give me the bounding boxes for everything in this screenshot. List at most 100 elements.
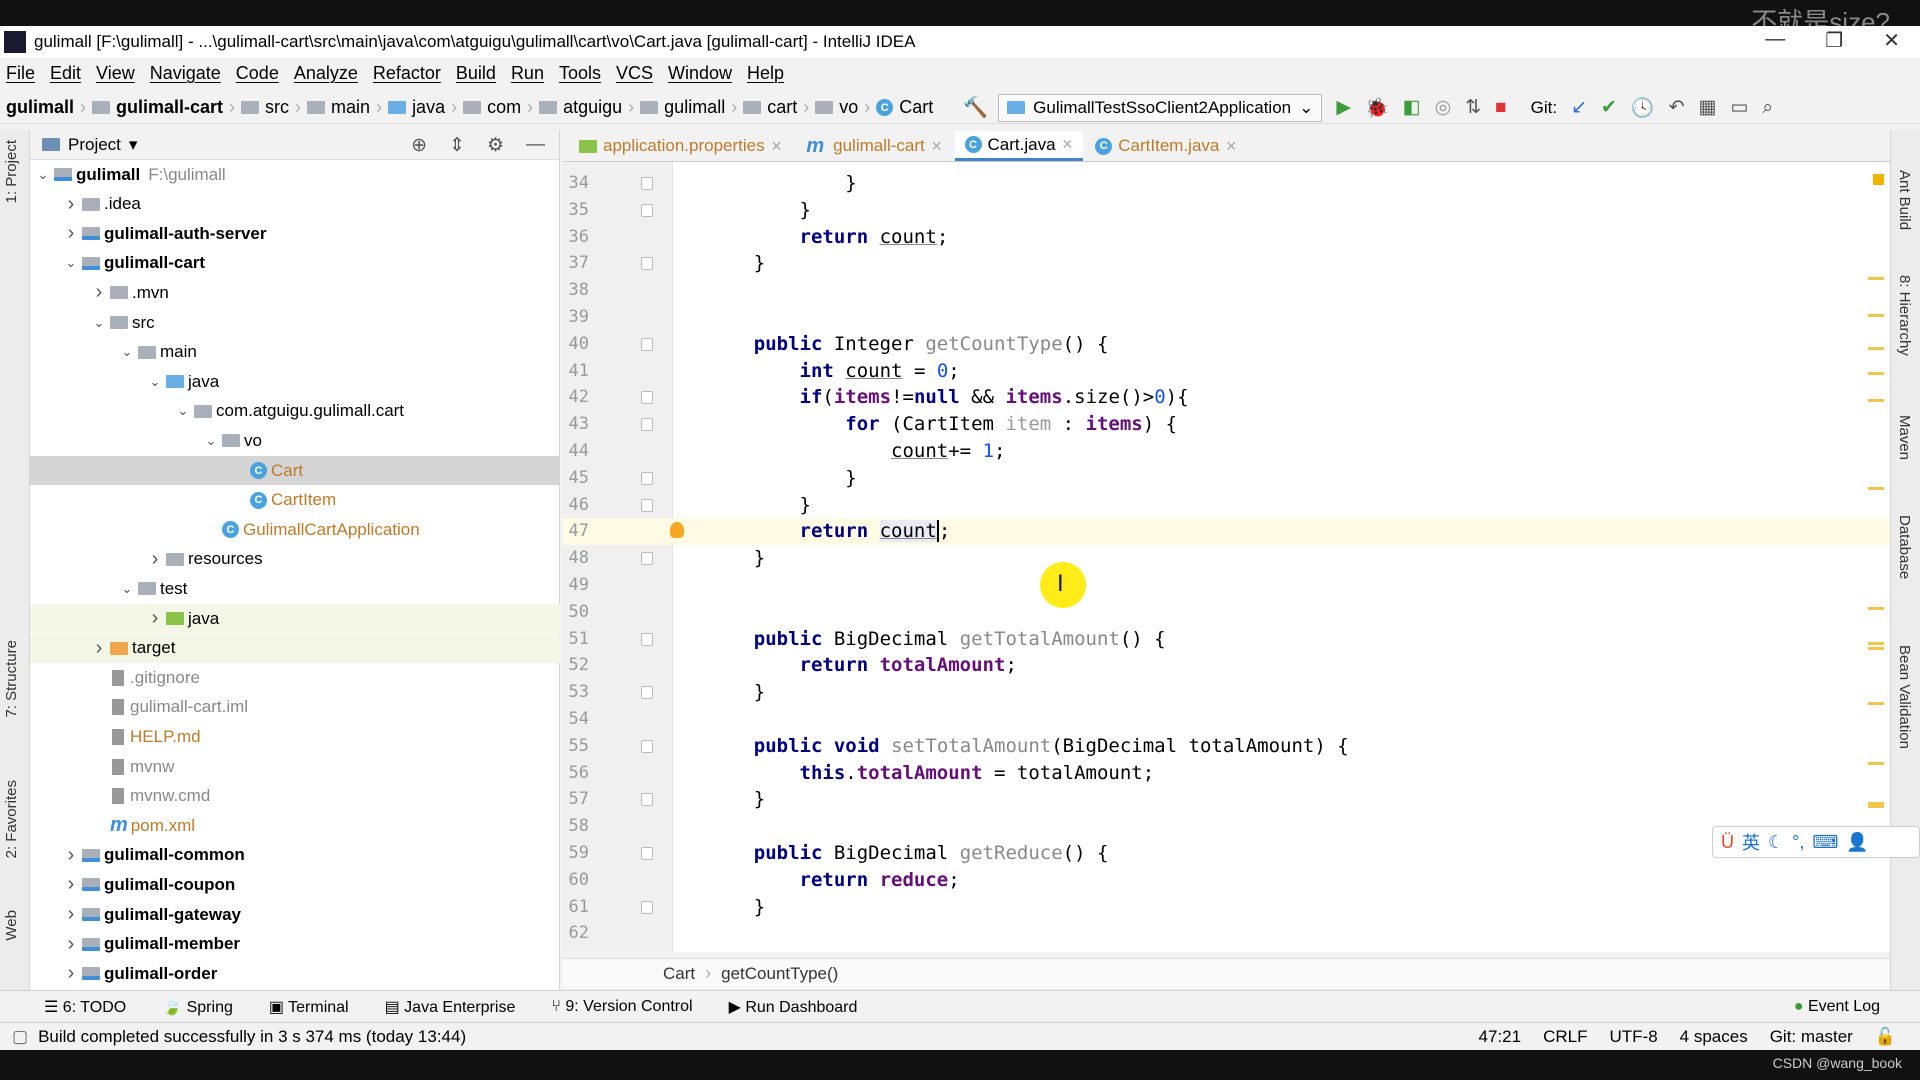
breadcrumb-item[interactable]: atguigu: [533, 97, 628, 118]
toolwindow-4[interactable]: ⑂ 9: Version Control: [551, 998, 692, 1016]
history-icon[interactable]: 🕓: [1631, 96, 1655, 120]
tree-item[interactable]: m pom.xml: [30, 811, 560, 840]
crumb-method[interactable]: getCountType(): [721, 964, 838, 984]
code-line[interactable]: 41 int count = 0;: [563, 358, 1890, 385]
toolwindow-3[interactable]: ▤ Java Enterprise: [385, 997, 516, 1017]
search-icon[interactable]: ⌕: [1762, 97, 1773, 119]
code-line[interactable]: 48 }: [563, 545, 1890, 572]
code-line[interactable]: 45 }: [563, 465, 1890, 492]
tree-item[interactable]: › java: [30, 604, 560, 633]
chevron-down-icon[interactable]: ▾: [129, 135, 138, 155]
menu-window[interactable]: Window: [668, 63, 732, 84]
breadcrumb-item[interactable]: main: [301, 97, 376, 118]
code-line[interactable]: 34 }: [563, 170, 1890, 197]
code-line[interactable]: 56 this.totalAmount = totalAmount;: [563, 760, 1890, 787]
lock-icon[interactable]: 🔓: [1875, 1027, 1896, 1047]
gear-icon[interactable]: ⚙: [487, 134, 504, 157]
stop-icon[interactable]: ■: [1495, 97, 1506, 119]
crumb-class[interactable]: Cart: [663, 964, 695, 984]
chevron-right-icon[interactable]: ›: [62, 844, 80, 867]
fold-marker-icon[interactable]: [641, 739, 653, 753]
tree-item[interactable]: ⌄ test: [30, 574, 560, 603]
scrollbar-marker[interactable]: [1868, 642, 1884, 645]
git-branch[interactable]: Git: master: [1770, 1027, 1853, 1047]
scrollbar-marker[interactable]: [1868, 314, 1884, 317]
code-line[interactable]: 36 return count;: [563, 224, 1890, 251]
tree-item[interactable]: C Cart: [30, 456, 560, 485]
scrollbar-marker[interactable]: [1868, 647, 1884, 650]
breadcrumb-item[interactable]: src: [235, 97, 295, 118]
menu-analyze[interactable]: Analyze: [294, 63, 358, 84]
punct-icon[interactable]: °,: [1792, 832, 1804, 853]
indent-setting[interactable]: 4 spaces: [1680, 1027, 1748, 1047]
menu-tools[interactable]: Tools: [559, 63, 601, 84]
code-line[interactable]: 39: [563, 304, 1890, 331]
chevron-down-icon[interactable]: ⌄: [146, 374, 164, 390]
tree-item[interactable]: › gulimall-common: [30, 841, 560, 870]
fold-marker-icon[interactable]: [641, 257, 653, 271]
code-line[interactable]: 35 }: [563, 197, 1890, 224]
run-icon[interactable]: ▶: [1336, 96, 1351, 119]
code-line[interactable]: 40 public Integer getCountType() {: [563, 331, 1890, 358]
project-structure-icon[interactable]: ▦: [1699, 96, 1717, 119]
scrollbar-marker[interactable]: [1868, 399, 1884, 402]
profile-icon[interactable]: ◎: [1435, 96, 1452, 119]
revert-icon[interactable]: ↶: [1669, 96, 1685, 119]
scrollbar-marker[interactable]: [1868, 805, 1884, 808]
menu-build[interactable]: Build: [456, 63, 496, 84]
tree-item[interactable]: ⌄ java: [30, 367, 560, 396]
hide-icon[interactable]: —: [526, 134, 545, 157]
lightbulb-icon[interactable]: [670, 522, 684, 539]
tree-item[interactable]: › gulimall-order: [30, 959, 560, 988]
scrollbar-marker[interactable]: [1868, 607, 1884, 610]
menu-run[interactable]: Run: [511, 63, 544, 84]
code-line[interactable]: 44 count+= 1;: [563, 438, 1890, 465]
tool-tab-right-0[interactable]: Ant Build: [1896, 170, 1913, 230]
ime-toolbar[interactable]: Ü 英 ☾ °, ⌨ 👤: [1712, 826, 1920, 858]
fold-marker-icon[interactable]: [641, 177, 653, 190]
status-message[interactable]: Build completed successfully in 3 s 374 …: [38, 1027, 466, 1047]
chevron-right-icon[interactable]: ›: [146, 548, 164, 571]
code-line[interactable]: 58: [563, 813, 1890, 840]
scrollbar-marker[interactable]: [1868, 372, 1884, 375]
tool-tab-right-4[interactable]: Bean Validation: [1896, 645, 1913, 749]
close-tab-icon[interactable]: ✕: [1225, 138, 1237, 155]
tool-tab-right-2[interactable]: Maven: [1896, 415, 1913, 460]
git-commit-icon[interactable]: ✔: [1601, 96, 1617, 119]
close-button[interactable]: ✕: [1883, 28, 1900, 53]
coverage-icon[interactable]: ◧: [1403, 96, 1421, 119]
git-update-icon[interactable]: ↙: [1571, 96, 1587, 119]
code-line[interactable]: 60 return reduce;: [563, 867, 1890, 894]
tree-item[interactable]: ⌄ com.atguigu.gulimall.cart: [30, 397, 560, 426]
tree-item[interactable]: ⌄ gulimall F:\gulimall: [30, 160, 560, 189]
status-toggle-icon[interactable]: ▢: [12, 1027, 28, 1047]
code-line[interactable]: 43 for (CartItem item : items) {: [563, 411, 1890, 438]
code-line[interactable]: 42 if(items!=null && items.size()>0){: [563, 384, 1890, 411]
fold-marker-icon[interactable]: [641, 391, 653, 405]
chevron-down-icon[interactable]: ⌄: [62, 255, 80, 271]
breadcrumb-item[interactable]: gulimall: [634, 97, 731, 118]
breadcrumb-item[interactable]: C Cart: [870, 97, 939, 118]
toolwindow-2[interactable]: ▣ Terminal: [269, 997, 349, 1017]
fold-marker-icon[interactable]: [641, 203, 653, 217]
code-line[interactable]: 37 }: [563, 250, 1890, 277]
tool-tab-right-1[interactable]: 8: Hierarchy: [1896, 275, 1913, 356]
breadcrumb-item[interactable]: java: [382, 97, 451, 118]
locate-icon[interactable]: ⊕: [411, 134, 427, 157]
menu-code[interactable]: Code: [236, 63, 279, 84]
code-line[interactable]: 54: [563, 706, 1890, 733]
tab-cart-java[interactable]: C Cart.java ✕: [954, 131, 1084, 161]
tree-item[interactable]: ⌄ main: [30, 338, 560, 367]
tree-item[interactable]: ⌄ src: [30, 308, 560, 337]
project-view-select[interactable]: Project: [68, 135, 121, 155]
tool-tab-3[interactable]: Web: [3, 910, 20, 941]
tree-item[interactable]: HELP.md: [30, 722, 560, 751]
fold-marker-icon[interactable]: [641, 686, 653, 700]
debug-icon[interactable]: 🐞: [1365, 96, 1389, 120]
fold-marker-icon[interactable]: [641, 552, 653, 566]
scrollbar-marker[interactable]: [1868, 762, 1884, 765]
fold-marker-icon[interactable]: [641, 418, 653, 432]
tree-item[interactable]: C CartItem: [30, 486, 560, 515]
tool-tab-0[interactable]: 1: Project: [3, 140, 20, 203]
caret-position[interactable]: 47:21: [1479, 1027, 1522, 1047]
